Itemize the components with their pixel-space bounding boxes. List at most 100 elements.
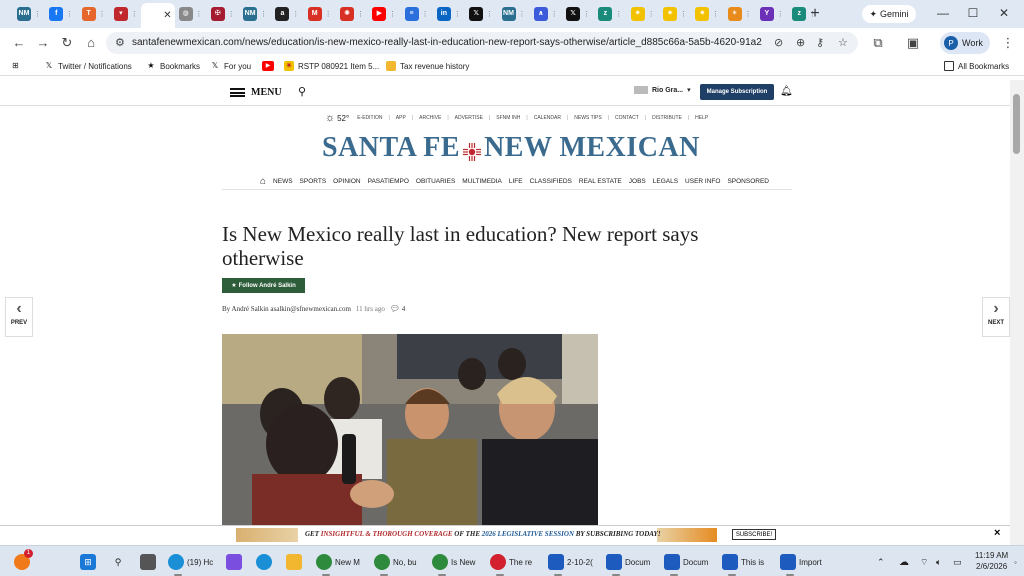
close-tab-icon[interactable]: ✕ [163,10,171,21]
reload-button[interactable]: ↻ [59,35,75,51]
browser-tab[interactable]: ▾ ⋮ [109,4,140,24]
account-menu[interactable]: Rio Gra... ▾ [634,86,691,94]
browser-tab[interactable]: in ⋮ [432,4,463,24]
section-link[interactable]: LEGALS [653,178,678,185]
section-link[interactable]: LIFE [509,178,523,185]
author-byline[interactable]: By André Salkin asalkin@sfnewmexican.com [222,305,351,313]
home-button[interactable]: ⌂ [83,35,99,51]
follow-author-button[interactable]: ★ Follow André Salkin [222,278,305,293]
bookmark-twitter[interactable]: 𝕏 Twitter / Notifications [44,61,132,71]
gemini-button[interactable]: ✦ Gemini [862,5,916,23]
new-tab-button[interactable]: + [806,5,824,23]
menu-button[interactable]: MENU [230,87,282,98]
site-info-icon[interactable]: ⚙ [115,36,125,49]
tracking-icon[interactable]: ⊘ [774,36,783,49]
maximize-button[interactable]: ☐ [965,6,981,20]
taskbar-app[interactable] [256,551,272,573]
key-icon[interactable]: ⚷ [816,36,824,49]
browser-tab[interactable]: NM ⋮ [12,4,43,24]
browser-tab[interactable]: ✠ ⋮ [206,4,237,24]
prev-article-button[interactable]: ‹ PREV [5,297,33,337]
browser-tab[interactable]: M ⋮ [303,4,334,24]
section-link[interactable]: USER INFO [685,178,720,185]
top-link[interactable]: ADVERTISE [455,115,483,121]
browser-tab[interactable]: ✷ ⋮ [626,4,657,24]
browser-tab[interactable]: a ⋮ [270,4,301,24]
browser-tab[interactable]: T ⋮ [77,4,108,24]
section-link[interactable]: SPONSORED [727,178,769,185]
taskbar-app[interactable] [226,551,242,573]
section-link[interactable]: OBITUARIES [416,178,455,185]
active-tab[interactable]: ✕ [141,3,176,28]
section-link[interactable]: SPORTS [300,178,327,185]
next-article-button[interactable]: › NEXT [982,297,1010,337]
bell-icon[interactable]: 🔔︎ [780,86,793,97]
extensions-icon[interactable]: ⧉ [870,35,886,51]
close-window-button[interactable]: ✕ [996,6,1012,20]
browser-tab[interactable]: ◍ ⋮ [174,4,205,24]
scrollbar-thumb[interactable] [1013,94,1020,154]
section-link[interactable]: JOBS [629,178,646,185]
site-logo[interactable]: SANTA FE NEW MEXICAN [322,132,700,164]
browser-tab[interactable]: 𝕏 ⋮ [464,4,495,24]
section-link[interactable]: NEWS [273,178,293,185]
section-link[interactable]: PASATIEMPO [368,178,409,185]
cloud-icon[interactable]: ☁ [899,551,909,573]
forward-button[interactable]: → [35,35,51,51]
taskbar-app[interactable]: 2-10-2( [548,551,593,576]
search-button[interactable]: ⚲ [110,551,126,573]
notification-bell-icon[interactable]: ◦ [1014,551,1017,573]
bookmark-tax-revenue[interactable]: Tax revenue history [386,61,469,71]
section-link[interactable]: MULTIMEDIA [462,178,502,185]
taskbar-app[interactable]: New M [316,551,360,576]
page-scrollbar[interactable] [1010,80,1024,545]
top-link[interactable]: HELP [695,115,708,121]
taskbar-app[interactable]: Is New [432,551,475,576]
bookmark-youtube[interactable]: ▶ [262,61,274,71]
comments-link[interactable]: 💬︎ 4 [390,304,405,313]
top-link[interactable]: E-EDITION [357,115,382,121]
bookmark-star-icon[interactable]: ☆ [838,36,848,49]
taskbar-app[interactable]: (19) Hc [168,551,213,576]
top-link[interactable]: APP [396,115,406,121]
start-button[interactable]: ⊞ [80,551,96,573]
show-hidden-icons[interactable]: ⌃ [877,551,885,573]
browser-tab[interactable]: z ⋮ [593,4,624,24]
top-link[interactable]: SFNM INH [496,115,520,121]
home-icon[interactable]: ⌂ [260,176,266,187]
back-button[interactable]: ← [11,35,27,51]
battery-icon[interactable]: ▭ [953,551,962,573]
browser-tab[interactable]: f ⋮ [44,4,75,24]
manage-subscription-button[interactable]: Manage Subscription [700,84,774,100]
browser-tab[interactable]: ✶ ⋮ [723,4,754,24]
browser-tab[interactable]: NM ⋮ [497,4,528,24]
weather[interactable]: ☼ 52° [325,112,349,124]
task-view-button[interactable] [140,551,156,573]
subscribe-button[interactable]: SUBSCRIBE! [732,529,776,540]
system-clock[interactable]: 11:19 AM 2/6/2026 [975,550,1008,572]
top-link[interactable]: CONTACT [615,115,639,121]
top-link[interactable]: NEWS TIPS [574,115,601,121]
url-text[interactable]: santafenewmexican.com/news/education/is-… [132,37,762,48]
browser-tab[interactable]: ∧ ⋮ [529,4,560,24]
taskbar-app[interactable]: This is [722,551,764,576]
browser-tab[interactable]: ≡ ⋮ [400,4,431,24]
taskbar-app[interactable]: No, bu [374,551,417,576]
zoom-icon[interactable]: ⊕ [796,36,805,49]
browser-tab[interactable]: ✷ ⋮ [658,4,689,24]
taskbar-app[interactable]: The re [490,551,532,576]
wifi-icon[interactable]: ⌔ [920,551,928,573]
section-link[interactable]: REAL ESTATE [579,178,622,185]
minimize-button[interactable]: — [935,6,951,20]
profile-button[interactable]: P Work [940,32,990,54]
search-icon[interactable]: ⚲ [298,85,306,98]
section-link[interactable]: CLASSIFIEDS [530,178,572,185]
more-menu-icon[interactable]: ⋮ [1000,35,1016,51]
bookmark-bookmarks[interactable]: ★ Bookmarks [146,61,200,71]
browser-tab[interactable]: NM ⋮ [238,4,269,24]
top-link[interactable]: CALENDAR [534,115,561,121]
apps-icon[interactable]: ⊞ [12,61,19,70]
widgets-button[interactable]: 1 [14,549,33,573]
bookmark-rstp[interactable]: ✷ RSTP 080921 Item 5... [284,61,379,71]
browser-tab[interactable]: ▶ ⋮ [367,4,398,24]
